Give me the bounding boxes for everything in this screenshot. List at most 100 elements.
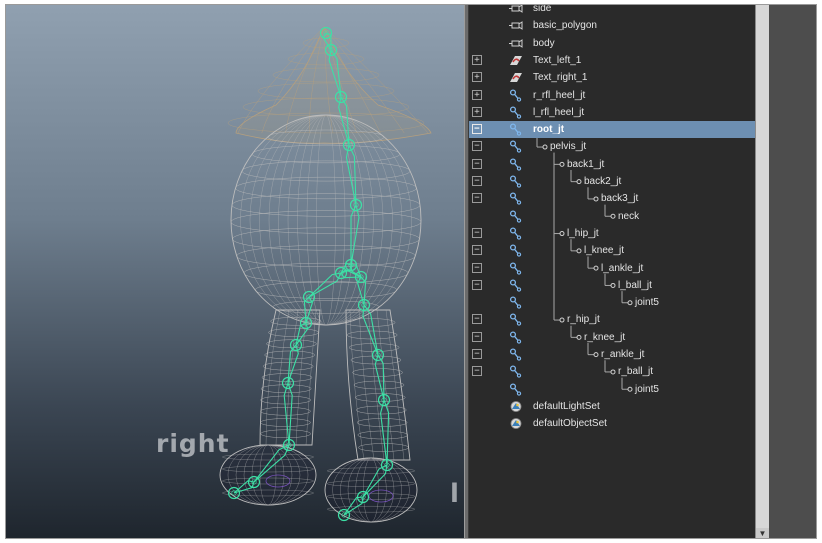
outliner-item-label: back3_jt [601,193,639,205]
collapse-icon[interactable]: − [472,331,482,342]
outliner-item-label: basic_polygon [533,20,597,32]
outliner-row[interactable]: side [469,5,755,17]
camera-icon [509,19,523,32]
text-curve-icon [509,54,523,67]
joint-icon [509,210,523,223]
outliner-row[interactable]: + l_rfl_heel_jt [469,104,755,121]
outliner-row[interactable]: − back3_jt [469,190,755,207]
outliner-row[interactable]: + r_rfl_heel_jt [469,87,755,104]
outliner-row[interactable]: − r_hip_jt [469,311,755,328]
collapse-icon[interactable]: − [472,279,482,290]
outliner-panel[interactable]: side basic_polygonbody + Text_left_1 + Text_r… [469,5,755,538]
outliner-item-label: side [533,5,552,14]
expand-icon[interactable]: + [472,72,482,83]
outliner-scrollbar[interactable]: ▼ [755,5,769,538]
outliner-row[interactable]: + Text_left_1 [469,52,755,69]
outliner-item-label: pelvis_jt [550,141,587,153]
collapse-icon[interactable]: − [472,349,482,359]
outliner-row[interactable]: + Text_right_1 [469,69,755,86]
expand-icon[interactable]: + [472,89,482,100]
set-icon [509,400,523,413]
skeleton-bone [345,143,357,206]
outliner-item-label: l_ankle_jt [601,262,644,274]
outliner-item-label: root_jt [533,124,565,136]
joint-icon [509,365,523,378]
outliner-item-label: r_ball_jt [618,366,654,378]
outliner-row[interactable]: joint5 [469,381,755,398]
collapse-icon[interactable]: − [472,314,482,325]
joint-icon [509,296,523,309]
outliner-item-label: joint5 [635,383,659,395]
outliner-item-label: r_knee_jt [584,331,626,343]
outliner-row[interactable]: − l_hip_jt [469,225,755,242]
outliner-row[interactable]: − pelvis_jt [469,138,755,155]
outliner-row[interactable]: body [469,35,755,52]
collapse-icon[interactable]: − [472,227,482,238]
outliner-item-label: r_rfl_heel_jt [533,89,586,101]
outliner-item-label: l_ball_jt [618,279,652,291]
outliner-row[interactable]: − r_ankle_jt [469,346,755,363]
joint-icon [509,348,523,361]
outliner-row[interactable]: defaultLightSet [469,398,755,415]
collapse-icon[interactable]: − [472,141,482,152]
outliner-row[interactable]: − back2_jt [469,173,755,190]
skeleton-bone [283,381,293,446]
outliner-item-label: Text_left_1 [533,54,582,66]
expand-icon[interactable]: + [472,54,482,65]
joint-icon [509,261,523,275]
side-panel [769,5,816,538]
outliner-row[interactable]: − l_knee_jt [469,242,755,259]
outliner-row[interactable]: − r_ball_jt [469,363,755,380]
collapse-icon[interactable]: − [472,366,482,377]
outliner-item-label: back2_jt [584,176,622,187]
outliner-item-label: r_ankle_jt [601,349,645,360]
collapse-icon[interactable]: − [472,245,482,256]
collapse-icon[interactable]: − [472,193,482,204]
text-right-label[interactable]: right [156,429,230,458]
joint-icon [509,140,523,154]
joint-icon [509,175,523,188]
collapse-icon[interactable]: − [472,124,482,135]
skeleton-bone [380,398,390,466]
outliner-row[interactable]: joint5 [469,294,755,311]
outliner-item-label: r_hip_jt [567,314,600,326]
outliner-row[interactable]: defaultObjectSet [469,415,755,432]
joint-icon [509,123,523,136]
outliner-row[interactable]: − l_ankle_jt [469,260,755,277]
outliner-row[interactable]: − back1_jt [469,156,755,173]
outliner-row[interactable]: − r_knee_jt [469,329,755,346]
camera-icon [509,37,523,50]
text-curve-icon [509,71,523,84]
outliner-item-label: l_hip_jt [567,227,599,239]
joint-icon [509,88,523,102]
outliner-item-label: defaultObjectSet [533,418,607,430]
outliner-item-label: joint5 [635,297,659,309]
joint-icon [509,331,523,344]
outliner-row[interactable]: neck [469,208,755,225]
3d-viewport[interactable]: right l [6,5,464,538]
outliner-item-label: body [533,37,555,49]
skeleton-bone [350,203,360,266]
joint-icon [509,279,523,292]
outliner-row[interactable]: basic_polygon [469,17,755,34]
outliner-row[interactable]: − l_ball_jt [469,277,755,294]
set-icon [509,417,523,430]
collapse-icon[interactable]: − [472,158,482,169]
maya-window: right l side basic_polygonbody + Text_left_… [5,4,817,539]
outliner-item-label: l_knee_jt [584,245,625,257]
joint-icon [509,227,523,240]
text-left-label[interactable]: l [450,479,459,509]
skeleton-bone [374,353,385,401]
joint-icon [509,106,523,119]
joint-icon [509,192,523,205]
scroll-down-arrow-icon[interactable]: ▼ [756,528,769,538]
collapse-icon[interactable]: − [472,262,482,273]
collapse-icon[interactable]: − [472,176,482,186]
joint-icon [509,244,523,257]
outliner-item-label: neck [618,210,640,222]
outliner-row[interactable]: − root_jt [469,121,755,139]
joint-icon [509,313,523,327]
expand-icon[interactable]: + [472,106,482,117]
joint-icon [509,383,523,396]
outliner-item-label: back1_jt [567,158,605,170]
